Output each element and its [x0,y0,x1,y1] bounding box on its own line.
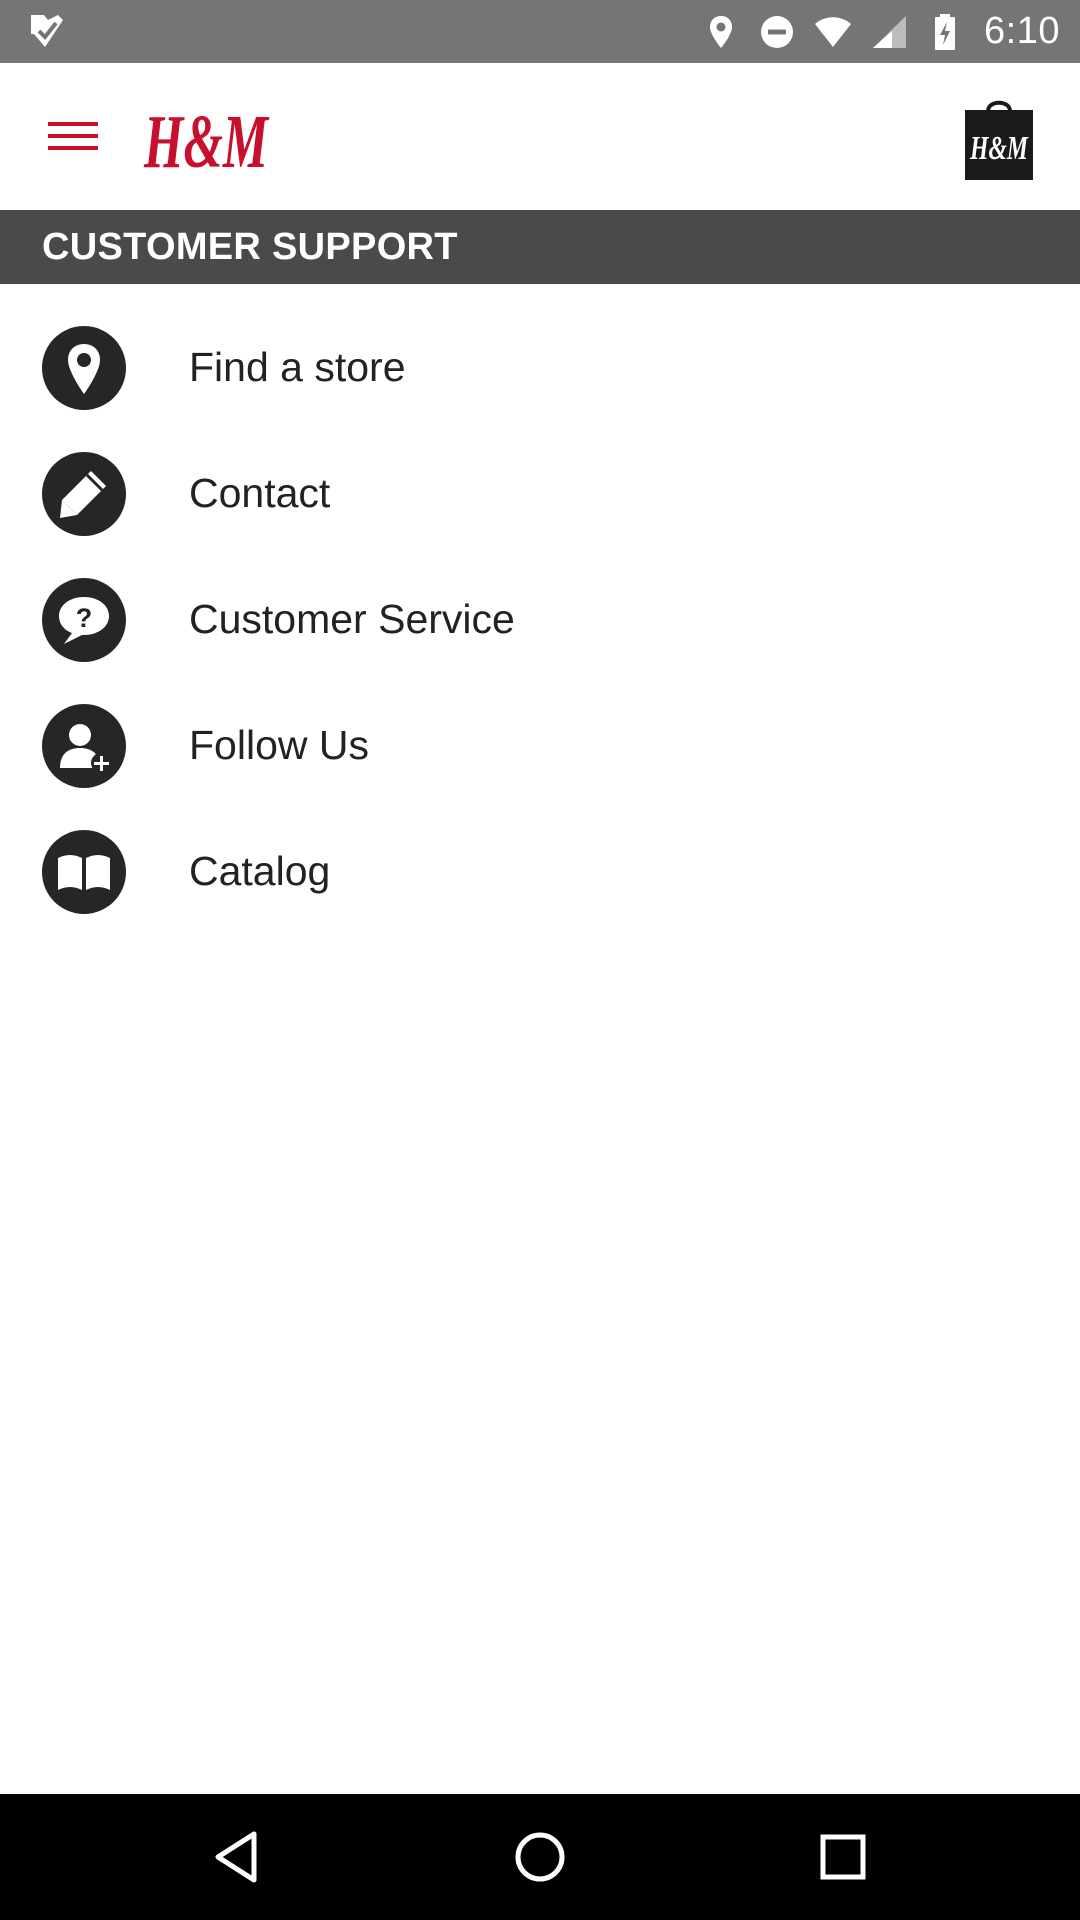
list-item-label: Catalog [189,848,331,894]
add-person-icon [42,704,126,788]
do-not-disturb-icon [761,15,794,48]
wifi-icon [815,16,852,47]
location-pin-icon [42,326,126,410]
cell-signal-icon [873,15,907,48]
task-check-icon [31,15,63,47]
status-bar: 6:10 [0,0,1080,63]
hamburger-menu-icon[interactable] [36,105,110,167]
support-list: Find a store Contact ? Customer Service [0,304,1080,934]
list-item-find-a-store[interactable]: Find a store [0,304,1080,430]
svg-text:H&M: H&M [143,100,269,183]
location-pin-icon [710,15,733,48]
section-title: CUSTOMER SUPPORT [42,226,458,268]
question-bubble-icon: ? [42,578,126,662]
list-item-customer-service[interactable]: ? Customer Service [0,556,1080,682]
home-circle-icon[interactable] [507,1824,573,1890]
battery-charging-icon [935,13,956,50]
list-item-contact[interactable]: Contact [0,430,1080,556]
status-icons: 6:10 [702,0,1060,63]
shopping-bag-icon[interactable]: H&M [960,93,1038,183]
status-clock: 6:10 [984,10,1060,52]
list-item-follow-us[interactable]: Follow Us [0,682,1080,808]
svg-text:?: ? [76,603,93,633]
back-triangle-icon[interactable] [204,1824,270,1890]
list-item-label: Find a store [189,344,406,390]
open-book-icon [42,830,126,914]
list-item-label: Contact [189,470,331,516]
brand-logo[interactable]: H&M [142,93,272,183]
svg-text:H&M: H&M [969,130,1029,167]
section-header: CUSTOMER SUPPORT [0,210,1080,284]
list-item-label: Follow Us [189,722,369,768]
list-item-catalog[interactable]: Catalog [0,808,1080,934]
system-nav-bar [0,1794,1080,1920]
list-item-label: Customer Service [189,596,515,642]
recent-apps-square-icon[interactable] [810,1824,876,1890]
app-bar: H&M H&M [0,63,1080,210]
pencil-icon [42,452,126,536]
